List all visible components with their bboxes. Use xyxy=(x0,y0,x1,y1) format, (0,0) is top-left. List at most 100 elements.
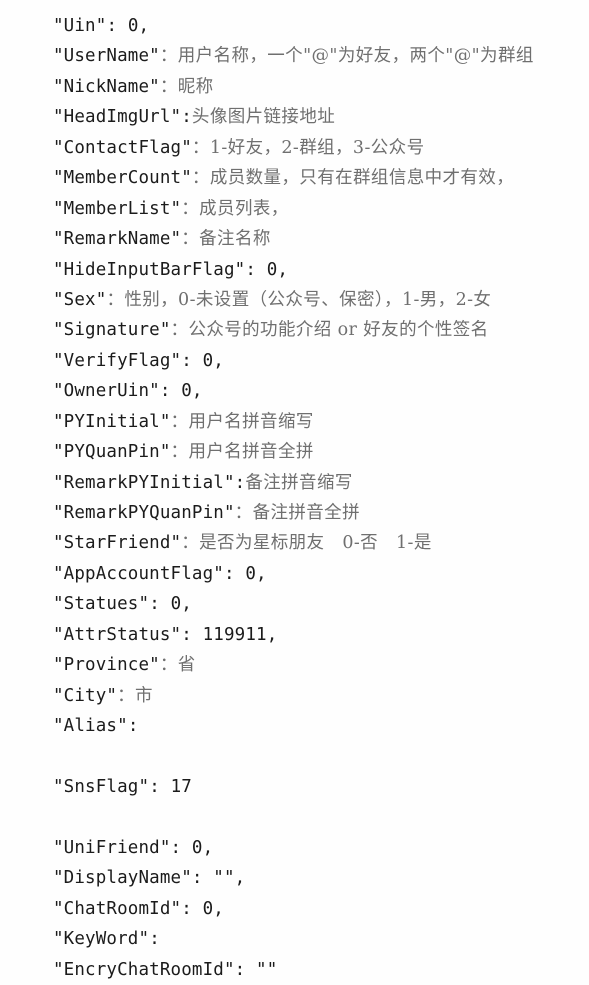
code-line: "Statues": 0, xyxy=(53,589,589,619)
json-key: "Sex" xyxy=(53,289,107,310)
code-line: "VerifyFlag": 0, xyxy=(53,346,589,376)
json-separator: : xyxy=(234,959,257,980)
json-value-annotation: 市 xyxy=(135,685,153,706)
json-key: "NickName" xyxy=(53,76,160,97)
json-separator: : xyxy=(149,929,160,950)
json-key: "Statues" xyxy=(53,594,150,615)
json-key: "UserName" xyxy=(53,46,160,67)
json-key: "DisplayName" xyxy=(53,868,192,889)
json-separator: ： xyxy=(159,46,178,67)
json-key: "KeyWord" xyxy=(53,929,150,950)
json-key: "Signature" xyxy=(53,320,171,341)
code-line: "HeadImgUrl":头像图片链接地址 xyxy=(53,102,589,132)
code-line: "PYQuanPin"：用户名拼音全拼 xyxy=(53,437,589,467)
json-value-annotation: 公众号的功能介绍 or 好友的个性签名 xyxy=(188,320,489,341)
json-separator: ： xyxy=(181,533,200,554)
json-value-annotation: 备注拼音全拼 xyxy=(252,503,360,523)
code-line: "Alias": xyxy=(53,711,589,741)
json-separator: ： xyxy=(170,442,189,463)
json-separator: : xyxy=(181,898,203,919)
json-value-annotation: 用户名拼音缩写 xyxy=(188,411,314,432)
json-key: "HideInputBarFlag" xyxy=(53,259,246,280)
json-separator: : xyxy=(159,381,182,402)
code-line: "Sex"：性别，0-未设置（公众号、保密），1-男，2-女 xyxy=(53,285,589,315)
json-separator: ： xyxy=(106,289,125,310)
json-value-annotation: 成员列表， xyxy=(199,198,289,219)
code-line: "EncryChatRoomId": "" xyxy=(53,955,589,985)
json-separator: : xyxy=(181,350,203,371)
code-line: "Signature"：公众号的功能介绍 or 好友的个性签名 xyxy=(53,315,589,345)
json-separator: : xyxy=(106,16,128,36)
json-key: "AppAccountFlag" xyxy=(53,563,224,584)
json-value-annotation: 昵称 xyxy=(177,76,214,97)
json-key: "Alias" xyxy=(53,716,128,737)
code-line: "PYInitial"：用户名拼音缩写 xyxy=(53,407,589,437)
code-line: "StarFriend"：是否为星标朋友 0-否 1-是 xyxy=(53,528,589,558)
json-key: "ChatRoomId" xyxy=(53,898,182,919)
json-separator: ： xyxy=(117,685,136,706)
json-separator: ： xyxy=(170,320,189,341)
json-value-annotation: 性别，0-未设置（公众号、保密），1-男，2-女 xyxy=(124,289,492,310)
json-separator: ： xyxy=(181,229,200,250)
json-separator: : xyxy=(149,594,171,615)
json-key: "Province" xyxy=(53,655,160,676)
json-value-annotation: 备注名称 xyxy=(199,229,271,250)
json-key: "PYQuanPin" xyxy=(53,442,171,463)
json-separator: ： xyxy=(191,168,210,189)
json-key: "City" xyxy=(53,685,118,706)
json-separator: ： xyxy=(159,76,178,97)
code-line: "OwnerUin": 0, xyxy=(53,376,589,406)
json-value-annotation: 用户名称，一个"@"为好友，两个"@"为群组 xyxy=(177,46,534,67)
json-value: 0, xyxy=(127,16,150,36)
json-value-annotation: 省 xyxy=(177,655,196,676)
json-separator: : xyxy=(223,563,246,584)
json-separator: : xyxy=(170,837,192,858)
code-line: "UserName"：用户名称，一个"@"为好友，两个"@"为群组 xyxy=(53,41,589,71)
json-key: "Uin" xyxy=(53,16,107,36)
code-line: "ChatRoomId": 0, xyxy=(53,894,589,924)
json-key: "MemberCount" xyxy=(53,168,192,189)
code-line: "RemarkPYInitial":备注拼音缩写 xyxy=(53,468,589,498)
json-value: 119911, xyxy=(202,624,278,645)
json-key: "SnsFlag" xyxy=(53,776,150,797)
json-code-block: "Uin": 0, "UserName"：用户名称，一个"@"为好友，两个"@"为… xyxy=(0,0,589,980)
json-value-annotation: 头像图片链接地址 xyxy=(191,107,336,128)
json-value: 0, xyxy=(245,563,267,584)
json-value-annotation: 备注拼音缩写 xyxy=(245,472,353,493)
json-key: "AttrStatus" xyxy=(53,624,182,645)
code-line: "MemberList"：成员列表， xyxy=(53,194,589,224)
json-separator: ： xyxy=(191,137,210,158)
json-key: "VerifyFlag" xyxy=(53,350,182,371)
json-separator: ： xyxy=(170,411,189,432)
json-value: 0, xyxy=(266,259,289,280)
json-key: "RemarkPYQuanPin" xyxy=(53,503,235,523)
code-line: "AppAccountFlag": 0, xyxy=(53,559,589,589)
json-value: 17 xyxy=(170,776,192,797)
json-key: "UniFriend" xyxy=(53,837,171,858)
code-line: "SnsFlag": 17 xyxy=(53,772,589,802)
code-line: "KeyWord": xyxy=(53,924,589,954)
json-separator: ： xyxy=(159,655,178,676)
json-value-annotation: 是否为星标朋友 0-否 1-是 xyxy=(199,533,432,554)
json-value: 0, xyxy=(202,898,224,919)
json-key: "OwnerUin" xyxy=(53,381,160,402)
json-value: 0, xyxy=(191,837,214,858)
json-separator: : xyxy=(149,776,171,797)
code-line: "City"：市 xyxy=(53,681,589,711)
json-separator: : xyxy=(234,472,246,493)
code-line: "RemarkName"：备注名称 xyxy=(53,224,589,254)
code-line: "RemarkPYQuanPin"：备注拼音全拼 xyxy=(53,498,589,528)
json-key: "PYInitial" xyxy=(53,411,171,432)
code-line: "DisplayName": "", xyxy=(53,863,589,893)
json-key: "StarFriend" xyxy=(53,533,182,554)
json-value: 0, xyxy=(202,350,224,371)
json-key: "RemarkName" xyxy=(53,229,182,250)
json-separator: : xyxy=(191,868,214,889)
json-separator: : xyxy=(181,107,192,128)
json-separator: ： xyxy=(234,503,253,523)
json-value-annotation: 1-好友，2-群组，3-公众号 xyxy=(209,137,425,158)
json-key: "HeadImgUrl" xyxy=(53,107,182,128)
code-line: "HideInputBarFlag": 0, xyxy=(53,255,589,285)
